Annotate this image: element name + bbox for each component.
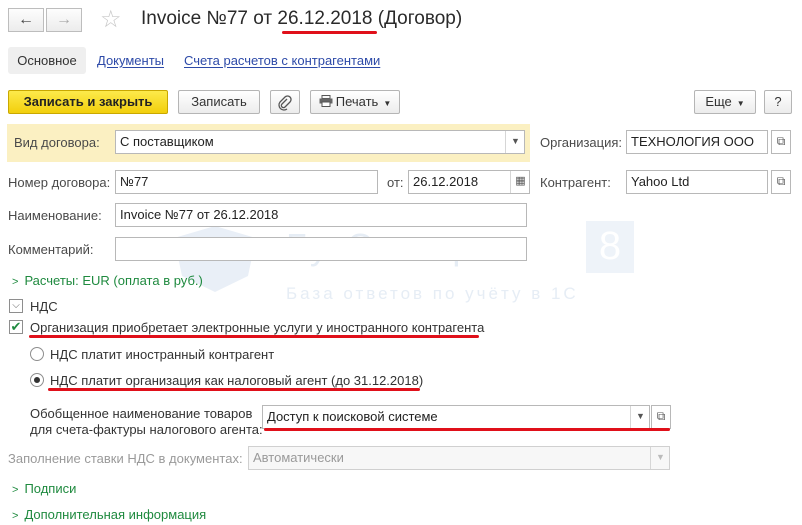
- print-button[interactable]: Печать ▼: [310, 90, 400, 114]
- favorite-star-icon[interactable]: ☆: [100, 5, 122, 34]
- goods-name-open-button[interactable]: ⧉: [651, 405, 671, 429]
- annotation-underline-services: [29, 335, 479, 338]
- counterparty-open-button[interactable]: ⧉: [771, 170, 791, 194]
- date-label: от:: [387, 175, 404, 190]
- radio-foreign-pays[interactable]: [30, 347, 44, 361]
- rate-fill-select: Автоматически ▼: [248, 446, 670, 470]
- counterparty-label: Контрагент:: [540, 175, 611, 190]
- open-window-icon: ⧉: [776, 174, 786, 188]
- annotation-underline-agent: [48, 388, 420, 391]
- settlements-group[interactable]: > Расчеты: EUR (оплата в руб.): [12, 273, 203, 288]
- chevron-down-icon: ▼: [383, 99, 392, 108]
- electronic-services-checkbox[interactable]: ✔: [9, 320, 23, 334]
- radio-agent-pays-label[interactable]: НДС платит организация как налоговый аге…: [50, 373, 423, 388]
- tab-main[interactable]: Основное: [8, 47, 86, 74]
- radio-foreign-pays-label[interactable]: НДС платит иностранный контрагент: [50, 347, 274, 362]
- comment-label: Комментарий:: [8, 242, 94, 257]
- tab-documents[interactable]: Документы: [97, 53, 164, 68]
- chevron-down-icon: ▼: [736, 99, 745, 108]
- watermark-digit: 8: [586, 221, 634, 273]
- open-window-icon: ⧉: [656, 409, 666, 423]
- forward-button[interactable]: →: [46, 8, 82, 32]
- rate-fill-label: Заполнение ставки НДС в документах:: [8, 451, 243, 466]
- additional-info-group[interactable]: > Дополнительная информация: [12, 507, 206, 522]
- vat-section-label: НДС: [30, 299, 58, 314]
- goods-name-label-2: для счета-фактуры налогового агента:: [30, 422, 263, 437]
- back-button[interactable]: ←: [8, 8, 44, 32]
- chevron-right-icon: >: [12, 276, 19, 288]
- chevron-down-icon: ▼: [650, 447, 669, 469]
- attach-button[interactable]: [270, 90, 300, 114]
- comment-field[interactable]: [115, 237, 527, 261]
- arrow-right-icon: →: [56, 11, 72, 28]
- chevron-right-icon: >: [12, 484, 19, 496]
- watermark-tagline: База ответов по учёту в 1С: [286, 284, 579, 303]
- organization-field[interactable]: ТЕХНОЛОГИЯ ООО: [626, 130, 768, 154]
- page-title: Invoice №77 от 26.12.2018 (Договор): [141, 8, 463, 29]
- help-button[interactable]: ?: [764, 90, 792, 114]
- name-label: Наименование:: [8, 208, 102, 223]
- electronic-services-label[interactable]: Организация приобретает электронные услу…: [30, 320, 484, 335]
- save-button[interactable]: Записать: [178, 90, 260, 114]
- vat-collapse-icon[interactable]: ⌵: [9, 299, 23, 313]
- open-window-icon: ⧉: [776, 134, 786, 148]
- chevron-right-icon: >: [12, 510, 19, 522]
- annotation-underline-goods: [264, 428, 670, 431]
- contract-type-label: Вид договора:: [14, 135, 100, 150]
- organization-label: Организация:: [540, 135, 623, 150]
- annotation-underline-title: [282, 31, 377, 34]
- contract-number-field[interactable]: №77: [115, 170, 378, 194]
- save-and-close-button[interactable]: Записать и закрыть: [8, 90, 168, 114]
- goods-name-label-1: Обобщенное наименование товаров: [30, 406, 253, 421]
- chevron-down-icon[interactable]: ▼: [505, 131, 524, 153]
- paperclip-icon: [278, 94, 292, 111]
- date-field[interactable]: 26.12.2018 ▦: [408, 170, 530, 194]
- calendar-icon[interactable]: ▦: [510, 171, 529, 193]
- more-button[interactable]: Еще ▼: [694, 90, 756, 114]
- arrow-left-icon: ←: [18, 11, 34, 28]
- radio-agent-pays[interactable]: [30, 373, 44, 387]
- chevron-down-icon[interactable]: ▼: [630, 406, 649, 428]
- contract-type-select[interactable]: С поставщиком ▼: [115, 130, 525, 154]
- printer-icon: [319, 95, 333, 107]
- tab-settlement-accounts[interactable]: Счета расчетов с контрагентами: [184, 53, 380, 68]
- contract-number-label: Номер договора:: [8, 175, 111, 190]
- organization-open-button[interactable]: ⧉: [771, 130, 791, 154]
- name-field[interactable]: Invoice №77 от 26.12.2018: [115, 203, 527, 227]
- signatures-group[interactable]: > Подписи: [12, 481, 76, 496]
- counterparty-field[interactable]: Yahoo Ltd: [626, 170, 768, 194]
- goods-name-select[interactable]: Доступ к поисковой системе ▼: [262, 405, 650, 429]
